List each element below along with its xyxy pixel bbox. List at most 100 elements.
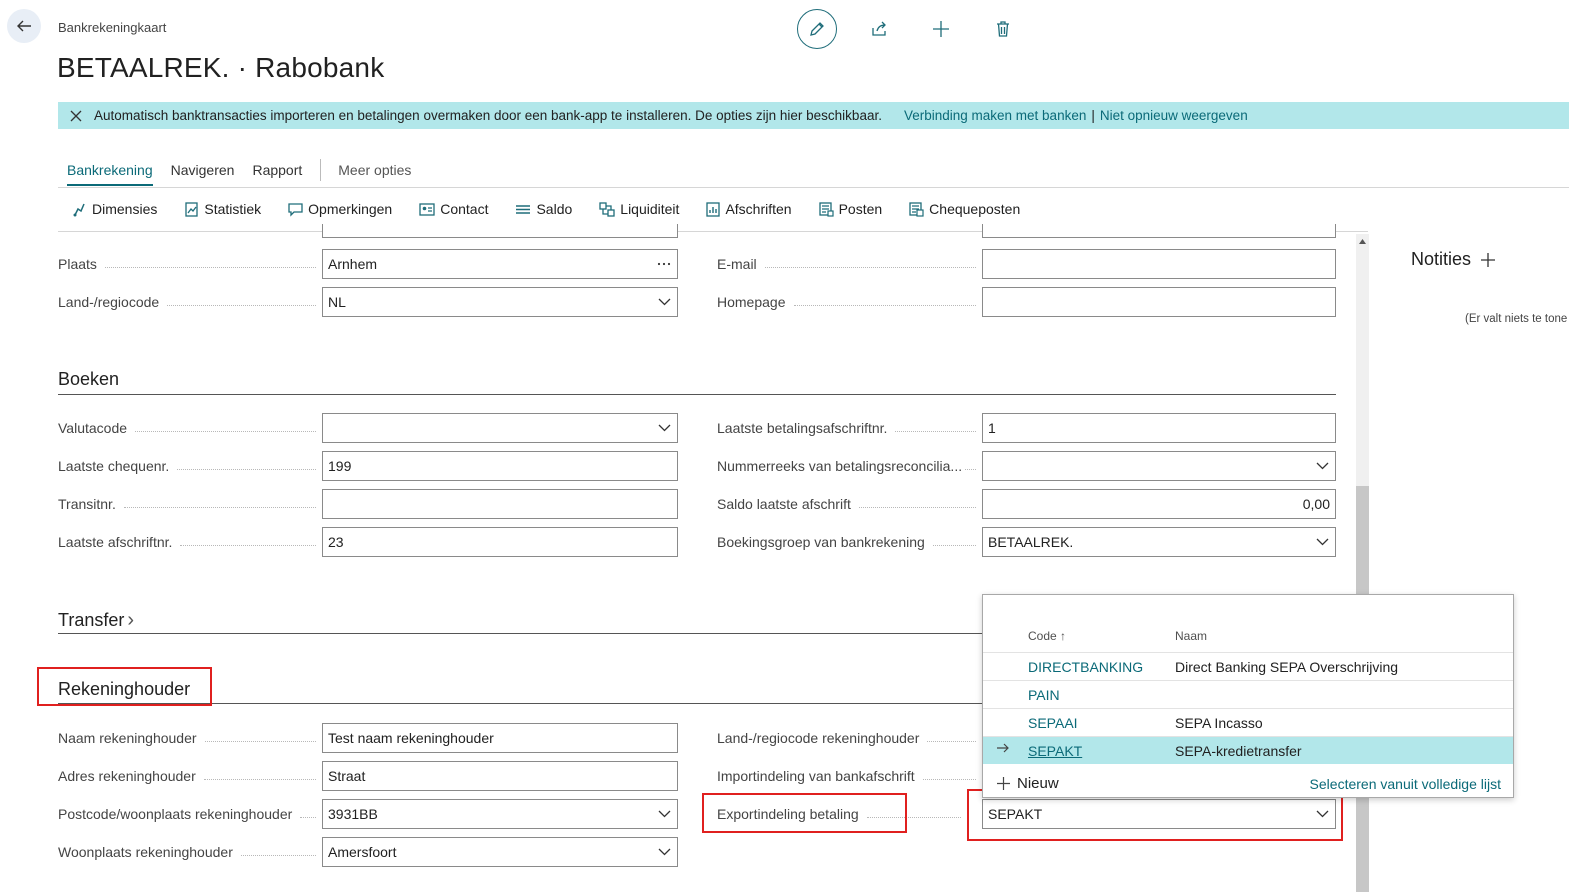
- adres-input[interactable]: Straat: [322, 761, 678, 791]
- chevron-down-icon: [1314, 462, 1330, 470]
- homepage-field: Homepage: [717, 287, 982, 317]
- lookup-header-code[interactable]: Code ↑: [1028, 629, 1066, 643]
- email-input[interactable]: [982, 249, 1336, 279]
- tab-divider: [320, 159, 322, 181]
- action-tabs: Bankrekening Navigeren Rapport Meer opti…: [58, 156, 1569, 188]
- opmerkingen-button[interactable]: Opmerkingen: [288, 201, 392, 217]
- tabs-divider: [58, 187, 1569, 188]
- boekingsgroep-select[interactable]: BETAALREK.: [982, 527, 1336, 557]
- contact-button[interactable]: Contact: [419, 201, 488, 217]
- tab-more-options[interactable]: Meer opties: [338, 156, 411, 186]
- chequenr-label: Laatste chequenr.: [58, 458, 170, 474]
- chevron-right-icon: ›: [127, 609, 135, 631]
- trash-icon: [997, 21, 1009, 37]
- saldo-input[interactable]: 0,00: [982, 489, 1336, 519]
- valutacode-field: Valutacode: [58, 413, 322, 443]
- tab-bankrekening[interactable]: Bankrekening: [67, 156, 153, 186]
- highlight-box-export-label: [702, 793, 907, 833]
- homepage-label: Homepage: [717, 294, 786, 310]
- factbox-notities: Notities: [1411, 249, 1496, 270]
- valutacode-select[interactable]: [322, 413, 678, 443]
- boekingsgroep-label: Boekingsgroep van bankrekening: [717, 534, 925, 550]
- saldo-value: 0,00: [1302, 496, 1330, 512]
- section-title-boeken[interactable]: Boeken: [58, 369, 119, 390]
- select-full-list-link[interactable]: Selecteren vanuit volledige lijst: [1310, 776, 1501, 792]
- notities-title: Notities: [1411, 249, 1472, 269]
- posten-label: Posten: [838, 201, 883, 217]
- afschriftnr-input[interactable]: 23: [322, 527, 678, 557]
- posten-button[interactable]: Posten: [818, 201, 883, 217]
- scroll-up-icon[interactable]: [1359, 239, 1366, 244]
- pencil-icon: [810, 22, 824, 36]
- chequeposten-button[interactable]: Chequeposten: [909, 201, 1020, 217]
- connect-banks-link[interactable]: Verbinding maken met banken: [904, 108, 1086, 123]
- comment-icon: [288, 202, 303, 217]
- adres-label: Adres rekeninghouder: [58, 768, 196, 784]
- edit-button[interactable]: [797, 9, 837, 49]
- transfer-title-label: Transfer: [58, 610, 125, 630]
- betaalafschrift-input[interactable]: 1: [982, 413, 1336, 443]
- liquidity-icon: [599, 201, 615, 217]
- land-select[interactable]: NL: [322, 287, 678, 317]
- liquiditeit-button[interactable]: Liquiditeit: [599, 201, 679, 217]
- lookup-row-code[interactable]: PAIN: [1028, 687, 1060, 703]
- lookup-row[interactable]: SEPAAI SEPA Incasso: [983, 708, 1513, 736]
- plaats-label: Plaats: [58, 256, 97, 272]
- lookup-row-name: SEPA Incasso: [1175, 715, 1263, 731]
- breadcrumb: Bankrekeningkaart: [58, 20, 167, 35]
- betaalafschrift-field: Laatste betalingsafschriftnr.: [717, 413, 982, 443]
- nummerreeks-label: Nummerreeks van betalingsreconcilia...: [717, 458, 963, 474]
- saldo-label-field: Saldo laatste afschrift: [717, 496, 851, 512]
- woonplaats-select[interactable]: Amersfoort: [322, 837, 678, 867]
- back-button[interactable]: [7, 9, 41, 43]
- naam-input[interactable]: Test naam rekeninghouder: [322, 723, 678, 753]
- plaats-input[interactable]: Arnhem: [322, 249, 678, 279]
- betaalafschrift-label: Laatste betalingsafschriftnr.: [717, 420, 888, 436]
- valutacode-label: Valutacode: [58, 420, 128, 436]
- lookup-row[interactable]: PAIN: [983, 680, 1513, 708]
- notification-banner: Automatisch banktransacties importeren e…: [58, 102, 1569, 129]
- woonplaats-value: Amersfoort: [328, 844, 397, 860]
- boekingsgroep-value: BETAALREK.: [988, 534, 1074, 550]
- tab-navigeren[interactable]: Navigeren: [171, 156, 235, 186]
- new-button[interactable]: [921, 9, 961, 49]
- statistics-icon: [185, 201, 199, 217]
- add-note-icon[interactable]: [1480, 252, 1496, 268]
- field-above-left[interactable]: [322, 224, 678, 238]
- statistiek-button[interactable]: Statistiek: [184, 201, 261, 217]
- highlight-box-section: [37, 667, 212, 706]
- close-icon[interactable]: [58, 110, 94, 122]
- land-rekeninghouder-label: Land-/regiocode rekeninghouder: [717, 730, 920, 746]
- dimensies-label: Dimensies: [92, 201, 158, 217]
- dont-show-again-link[interactable]: Niet opnieuw weergeven: [1100, 108, 1248, 123]
- delete-button[interactable]: [983, 9, 1023, 49]
- email-label: E-mail: [717, 256, 757, 272]
- field-above-right[interactable]: [982, 224, 1336, 238]
- lookup-row[interactable]: DIRECTBANKING Direct Banking SEPA Oversc…: [983, 652, 1513, 680]
- share-button[interactable]: [859, 9, 899, 49]
- statements-icon: [706, 201, 721, 217]
- lookup-new-button[interactable]: Nieuw: [996, 775, 1059, 792]
- ellipsis-icon[interactable]: [656, 262, 672, 266]
- section-divider-transfer: [58, 633, 982, 634]
- postcode-select[interactable]: 3931BB: [322, 799, 678, 829]
- lookup-row-code[interactable]: DIRECTBANKING: [1028, 659, 1143, 675]
- liquiditeit-label: Liquiditeit: [620, 201, 680, 217]
- lookup-row-code[interactable]: SEPAAI: [1028, 715, 1078, 731]
- saldo-button[interactable]: Saldo: [515, 201, 572, 217]
- chequenr-value: 199: [328, 458, 352, 474]
- dimensies-button[interactable]: Dimensies: [72, 201, 157, 217]
- tab-rapport[interactable]: Rapport: [252, 156, 302, 186]
- homepage-input[interactable]: [982, 287, 1336, 317]
- afschriften-button[interactable]: Afschriften: [706, 201, 792, 217]
- section-title-transfer[interactable]: Transfer ›: [58, 609, 134, 632]
- lookup-header-name[interactable]: Naam: [1175, 629, 1207, 643]
- plaats-value: Arnhem: [328, 256, 378, 272]
- lookup-row-code[interactable]: SEPAKT: [1028, 743, 1082, 759]
- nummerreeks-select[interactable]: [982, 451, 1336, 481]
- lookup-row-selected[interactable]: SEPAKT SEPA-kredietransfer: [983, 736, 1513, 764]
- chequenr-input[interactable]: 199: [322, 451, 678, 481]
- land-label: Land-/regiocode: [58, 294, 160, 310]
- transitnr-input[interactable]: [322, 489, 678, 519]
- share-icon: [872, 21, 886, 36]
